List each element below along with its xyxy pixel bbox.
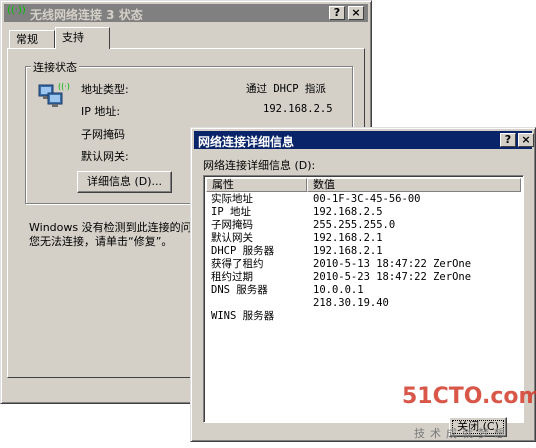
status-window-titlebar[interactable]: ((·)) 无线网络连接 3 状态 ? × — [4, 4, 368, 22]
list-item[interactable]: WINS 服务器 — [206, 310, 521, 323]
list-item[interactable]: 租约过期 2010-5-23 18:47:22 ZerOne — [206, 271, 521, 284]
details-dialog-titlebar[interactable]: 网络连接详细信息 ? × — [194, 131, 534, 149]
watermark-slogan: 技术成就梦想 — [414, 427, 510, 440]
network-connection-icon: ((·)) — [38, 82, 70, 107]
address-type-value: 通过 DHCP 指派 — [246, 83, 326, 95]
tab-support[interactable]: 支持 — [55, 27, 110, 49]
subnet-mask-label: 子网掩码 — [81, 128, 125, 141]
list-item[interactable]: 子网掩码 255.255.255.0 — [206, 219, 521, 232]
status-window-title: 无线网络连接 3 状态 — [30, 8, 143, 22]
group-title: 连接状态 — [31, 59, 79, 75]
list-item[interactable]: DHCP 服务器 192.168.2.1 — [206, 245, 521, 258]
details-button[interactable]: 详细信息 (D)... — [77, 171, 172, 193]
column-header-value[interactable]: 数值 — [307, 178, 521, 192]
ip-address-value: 192.168.2.5 — [263, 103, 333, 115]
svg-text:((·)): ((·)) — [58, 82, 70, 91]
list-item[interactable]: 实际地址 00-1F-3C-45-56-00 — [206, 193, 521, 206]
details-list-label: 网络连接详细信息 (D): — [203, 159, 316, 172]
list-item[interactable]: 获得了租约 2010-5-13 18:47:22 ZerOne — [206, 258, 521, 271]
column-header-property[interactable]: 属性 — [206, 178, 307, 192]
list-item[interactable]: DNS 服务器 10.0.0.1 — [206, 284, 521, 297]
message-line-2: 您无法连接，请单击“修复”。 — [29, 235, 173, 248]
help-button[interactable]: ? — [329, 6, 345, 20]
details-dialog-title: 网络连接详细信息 — [198, 135, 295, 149]
default-gateway-label: 默认网关: — [81, 150, 129, 163]
list-item[interactable]: 218.30.19.40 — [206, 297, 521, 310]
close-button[interactable]: × — [348, 6, 364, 20]
list-item[interactable]: 默认网关 192.168.2.1 — [206, 232, 521, 245]
wireless-network-icon: ((·)) — [7, 5, 26, 16]
tab-general[interactable]: 常规 — [9, 30, 55, 48]
watermark-logo: 51CTO.com — [402, 384, 536, 409]
ip-address-label: IP 地址: — [81, 105, 121, 118]
close-button[interactable]: × — [518, 133, 534, 147]
help-button[interactable]: ? — [500, 133, 516, 147]
list-item[interactable]: IP 地址 192.168.2.5 — [206, 206, 521, 219]
address-type-label: 地址类型: — [81, 83, 129, 96]
